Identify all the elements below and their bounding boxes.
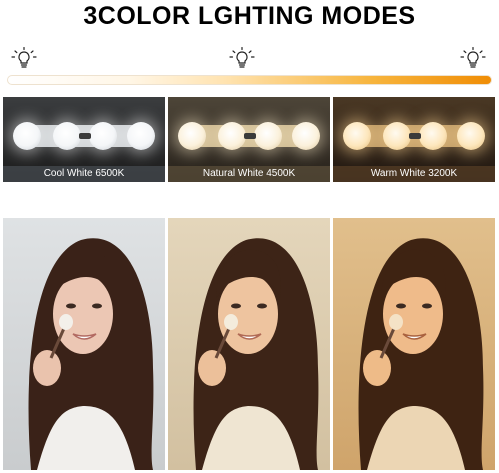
warm-white-mode-panel: Warm White 3200K	[333, 97, 495, 182]
natural-white-mode-panel: Natural White 4500K	[168, 97, 330, 182]
mode-label: Natural White 4500K	[168, 166, 330, 182]
cool-white-mode-panel: Cool White 6500K	[3, 97, 165, 182]
portrait-photo-warm-white	[333, 218, 495, 470]
color-temperature-gradient-bar	[7, 75, 492, 85]
light-bulb	[127, 122, 155, 150]
portrait-photo-cool-white	[3, 218, 165, 470]
light-bulb	[383, 122, 411, 150]
light-bulb	[457, 122, 485, 150]
light-bulb	[53, 122, 81, 150]
touch-switch	[409, 133, 421, 139]
lightbulb-icon	[11, 47, 37, 71]
touch-switch	[79, 133, 91, 139]
page-title: 3COLOR LGHTING MODES	[83, 2, 416, 30]
mode-label: Warm White 3200K	[333, 166, 495, 182]
light-bulb	[292, 122, 320, 150]
touch-switch	[244, 133, 256, 139]
lightbulb-icon	[460, 47, 486, 71]
light-bulb	[254, 122, 282, 150]
mode-label: Cool White 6500K	[3, 166, 165, 182]
light-bulb	[89, 122, 117, 150]
light-bulb	[178, 122, 206, 150]
light-bulb	[343, 122, 371, 150]
lightbulb-icon	[229, 47, 255, 71]
portrait-photo-natural-white	[168, 218, 330, 470]
light-bulb	[218, 122, 246, 150]
light-bulb	[13, 122, 41, 150]
light-bulb	[419, 122, 447, 150]
